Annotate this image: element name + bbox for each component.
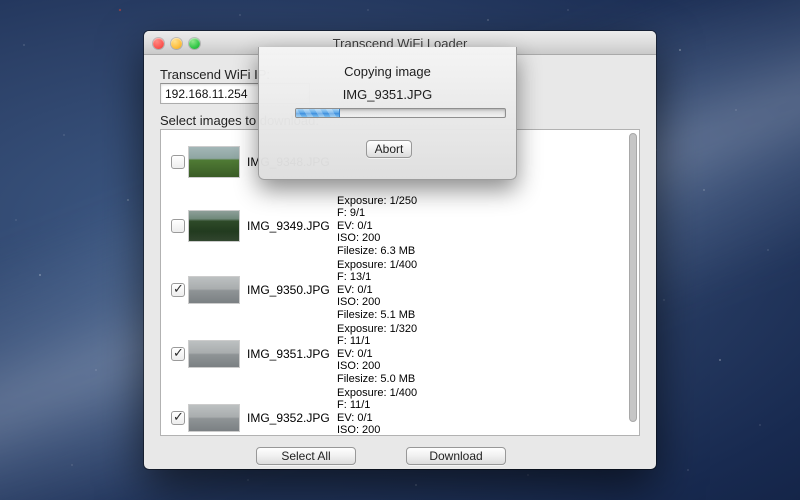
image-checkbox[interactable] (171, 283, 185, 297)
image-row: IMG_9352.JPG Exposure: 1/400 F: 11/1 EV:… (161, 386, 639, 436)
progress-fill (296, 109, 340, 117)
image-thumbnail (189, 405, 239, 431)
image-filename: IMG_9349.JPG (247, 219, 337, 233)
image-thumbnail (189, 341, 239, 367)
image-checkbox[interactable] (171, 347, 185, 361)
image-row: IMG_9351.JPG Exposure: 1/320 F: 11/1 EV:… (161, 322, 639, 386)
image-filename: IMG_9352.JPG (247, 411, 337, 425)
desktop-background: Transcend WiFi Loader Transcend WiFi IP:… (0, 0, 800, 500)
image-checkbox[interactable] (171, 219, 185, 233)
dialog-filename: IMG_9351.JPG (259, 87, 516, 102)
copy-progress-dialog: Copying image IMG_9351.JPG Abort (258, 47, 517, 180)
dialog-title: Copying image (259, 64, 516, 79)
image-exif: Exposure: 1/250 F: 9/1 EV: 0/1 ISO: 200 … (337, 195, 417, 258)
select-all-button[interactable]: Select All (256, 447, 356, 465)
image-exif: Exposure: 1/400 F: 11/1 EV: 0/1 ISO: 200… (337, 387, 417, 436)
image-filename: IMG_9350.JPG (247, 283, 337, 297)
abort-button[interactable]: Abort (366, 140, 412, 158)
scrollbar[interactable] (629, 132, 637, 433)
image-thumbnail (189, 277, 239, 303)
image-checkbox[interactable] (171, 411, 185, 425)
ip-label: Transcend WiFi IP: (160, 67, 270, 82)
download-button[interactable]: Download (406, 447, 506, 465)
image-row: IMG_9349.JPG Exposure: 1/250 F: 9/1 EV: … (161, 194, 639, 258)
image-checkbox[interactable] (171, 155, 185, 169)
image-exif: Exposure: 1/320 F: 11/1 EV: 0/1 ISO: 200… (337, 323, 417, 386)
image-filename: IMG_9351.JPG (247, 347, 337, 361)
image-thumbnail (189, 147, 239, 177)
progress-bar (295, 108, 506, 118)
image-thumbnail (189, 211, 239, 241)
scrollbar-thumb[interactable] (629, 133, 637, 422)
image-row: IMG_9350.JPG Exposure: 1/400 F: 13/1 EV:… (161, 258, 639, 322)
image-exif: Exposure: 1/400 F: 13/1 EV: 0/1 ISO: 200… (337, 259, 417, 322)
